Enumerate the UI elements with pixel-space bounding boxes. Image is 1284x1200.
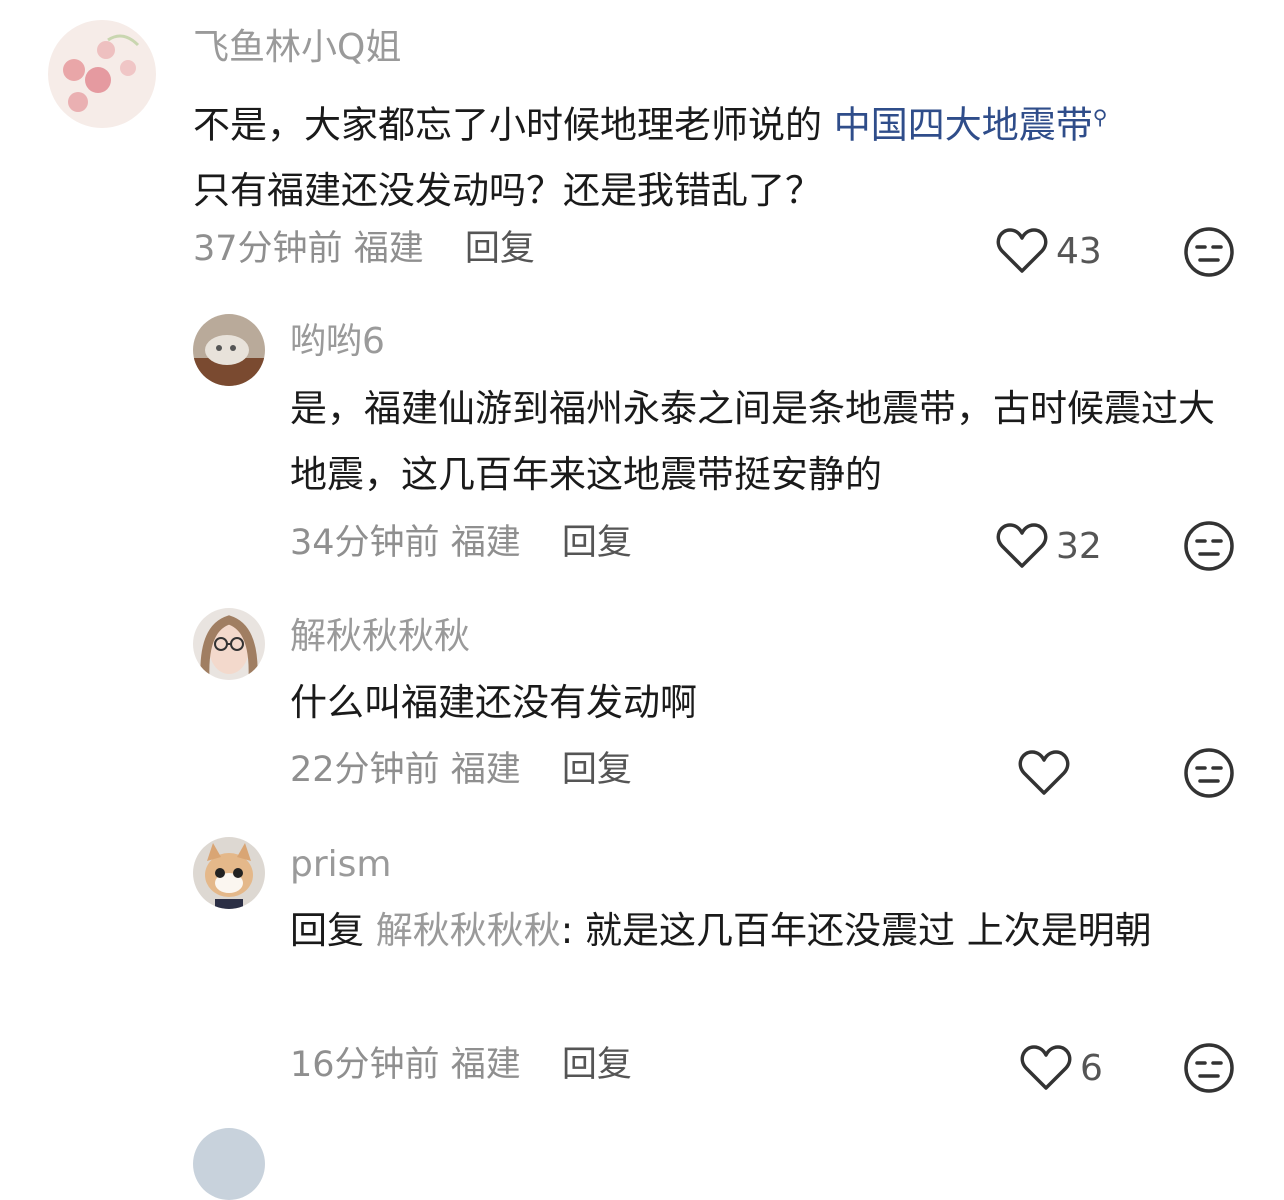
comment-meta: 16分钟前 福建 回复 (290, 1045, 632, 1085)
username[interactable]: 解秋秋秋秋 (290, 617, 470, 657)
reply-prefix: 回复 (290, 909, 376, 952)
location: 福建 (353, 229, 424, 269)
location: 福建 (450, 750, 521, 790)
avatar-image (193, 314, 265, 386)
avatar[interactable] (193, 1128, 265, 1200)
timestamp: 37分钟前 (193, 229, 343, 269)
comment-meta: 22分钟前 福建 回复 (290, 750, 632, 790)
comment-text: 什么叫福建还没有发动啊 (290, 681, 697, 724)
username[interactable]: 飞鱼林小Q姐 (193, 28, 401, 68)
dislike-button[interactable] (1183, 520, 1235, 572)
comment-meta: 37分钟前 福建 回复 (193, 229, 535, 269)
reply-button[interactable]: 回复 (562, 523, 632, 563)
meh-face-icon (1184, 227, 1234, 277)
like-button[interactable]: 43 (996, 226, 1102, 276)
reply-button[interactable]: 回复 (562, 750, 632, 790)
timestamp: 34分钟前 (290, 523, 440, 563)
location: 福建 (450, 523, 521, 563)
comment-text: 回复 解秋秋秋秋: 就是这几百年还没震过 上次是明朝 (290, 898, 1230, 964)
heart-outline-icon (996, 228, 1048, 273)
avatar-image (193, 608, 265, 680)
heart-outline-icon (1018, 750, 1070, 795)
comment-text-part: : 就是这几百年还没震过 上次是明朝 (560, 909, 1152, 952)
meh-face-icon (1184, 748, 1234, 798)
comment-meta: 34分钟前 福建 回复 (290, 523, 632, 563)
like-count: 32 (1056, 525, 1102, 567)
like-count: 43 (1056, 230, 1102, 272)
timestamp: 22分钟前 (290, 750, 440, 790)
location: 福建 (450, 1045, 521, 1085)
comment-text: 是，福建仙游到福州永泰之间是条地震带，古时候震过大地震，这几百年来这地震带挺安静… (290, 387, 1215, 496)
like-button[interactable]: 6 (1020, 1043, 1103, 1093)
like-count: 6 (1080, 1047, 1103, 1089)
comment-text-part: 不是，大家都忘了小时候地理老师说的 (193, 103, 834, 147)
topic-link[interactable]: 中国四大地震带 (834, 103, 1093, 146)
dislike-button[interactable] (1183, 226, 1235, 278)
username[interactable]: prism (290, 845, 391, 885)
dislike-button[interactable] (1183, 1042, 1235, 1094)
heart-outline-icon (996, 523, 1048, 568)
meh-face-icon (1184, 1043, 1234, 1093)
heart-outline-icon (1020, 1045, 1072, 1090)
timestamp: 16分钟前 (290, 1045, 440, 1085)
reply-button[interactable]: 回复 (562, 1045, 632, 1085)
avatar[interactable] (193, 837, 265, 909)
dislike-button[interactable] (1183, 747, 1235, 799)
reply-target-username[interactable]: 解秋秋秋秋 (376, 909, 561, 952)
avatar[interactable] (193, 314, 265, 386)
like-button[interactable] (1018, 748, 1078, 798)
avatar[interactable] (48, 20, 156, 128)
username[interactable]: 哟哟6 (290, 322, 385, 362)
like-button[interactable]: 32 (996, 521, 1102, 571)
comment-text: 不是，大家都忘了小时候地理老师说的 中国四大地震带⚲ 只有福建还没发动吗？还是我… (193, 84, 1243, 224)
avatar-image (48, 20, 156, 128)
avatar-image (193, 837, 265, 909)
comment-text-part: 只有福建还没发动吗？还是我错乱了？ (193, 169, 822, 213)
search-icon[interactable]: ⚲ (1093, 105, 1108, 129)
reply-button[interactable]: 回复 (465, 229, 535, 269)
meh-face-icon (1184, 521, 1234, 571)
avatar[interactable] (193, 608, 265, 680)
